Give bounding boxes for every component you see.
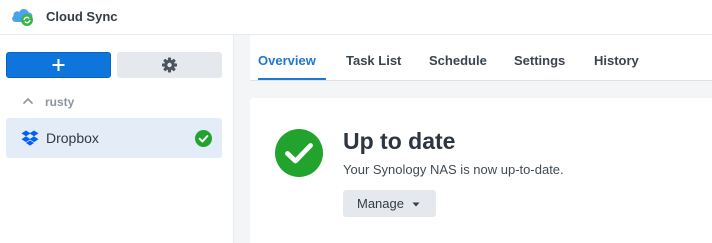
tab-schedule[interactable]: Schedule: [429, 53, 487, 68]
add-button[interactable]: [6, 52, 111, 78]
caret-down-icon: [412, 202, 420, 207]
sidebar: rusty Dropbox: [0, 35, 234, 243]
sidebar-group-label: rusty: [45, 95, 75, 109]
gear-icon: [162, 57, 177, 73]
title-bar: Cloud Sync: [0, 0, 712, 35]
tab-task-list[interactable]: Task List: [346, 53, 401, 68]
sidebar-item-dropbox[interactable]: Dropbox: [6, 118, 222, 158]
settings-button[interactable]: [117, 52, 222, 78]
tab-overview[interactable]: Overview: [258, 53, 316, 68]
manage-button-label: Manage: [357, 196, 404, 211]
manage-button[interactable]: Manage: [343, 190, 436, 217]
check-circle-icon: [195, 130, 212, 147]
chevron-up-icon: [22, 97, 34, 105]
main-panel: Overview Task List Schedule Settings His…: [234, 35, 712, 243]
dropbox-icon: [21, 130, 39, 146]
status-card: Up to date Your Synology NAS is now up-t…: [250, 98, 712, 243]
app-title: Cloud Sync: [46, 9, 118, 24]
tab-settings[interactable]: Settings: [514, 53, 565, 68]
plus-icon: [7, 53, 110, 77]
tab-history[interactable]: History: [594, 53, 639, 68]
status-title: Up to date: [343, 128, 456, 154]
status-description: Your Synology NAS is now up-to-date.: [343, 162, 564, 177]
tab-bar: Overview Task List Schedule Settings His…: [250, 35, 712, 81]
active-tab-indicator: [258, 78, 326, 80]
cloud-sync-app-icon: [12, 9, 33, 26]
check-circle-icon: [275, 129, 323, 177]
sidebar-item-label: Dropbox: [46, 130, 99, 146]
